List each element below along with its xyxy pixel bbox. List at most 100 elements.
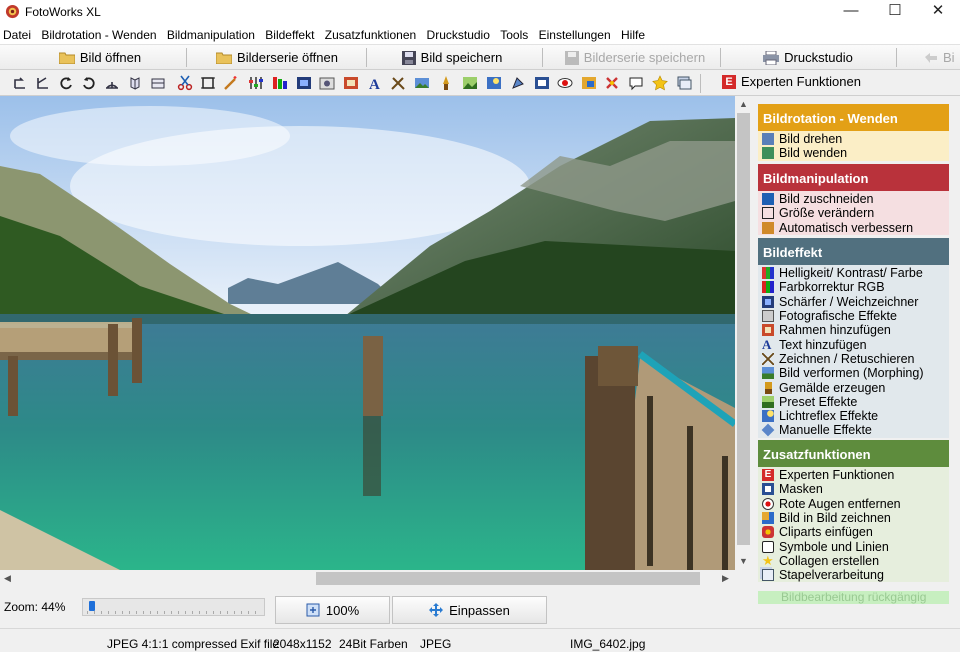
menu-bildmanipulation[interactable]: Bildmanipulation xyxy=(164,24,259,42)
menu-bildeffekt[interactable]: Bildeffekt xyxy=(262,24,318,42)
sidebar-item-lichtreflex[interactable]: Lichtreflex Effekte xyxy=(758,409,949,423)
sidebar-item-preset[interactable]: Preset Effekte xyxy=(758,395,949,409)
sidebar-item-manuell[interactable]: Manuelle Effekte xyxy=(758,423,949,437)
sidebar-item-experten[interactable]: E Experten Funktionen xyxy=(758,468,949,482)
menu-druckstudio[interactable]: Druckstudio xyxy=(424,24,494,42)
sidebar-item-masken[interactable]: Masken xyxy=(758,482,949,496)
horizontal-scroll-thumb[interactable] xyxy=(316,572,700,585)
print-studio-button[interactable]: Druckstudio xyxy=(728,47,888,68)
undo-button[interactable]: Bildbearbeitung rückgängig xyxy=(758,591,949,604)
rotate-image-icon xyxy=(762,133,774,146)
vertical-scroll-thumb[interactable] xyxy=(737,113,750,545)
sidebar-item-bild-in-bild[interactable]: Bild in Bild zeichnen xyxy=(758,511,949,525)
batch-processing-icon[interactable] xyxy=(676,75,692,91)
brightness-sliders-icon[interactable] xyxy=(248,75,264,91)
rotate-ccw-icon[interactable] xyxy=(81,75,97,91)
sidebar-item-gemaelde[interactable]: Gemälde erzeugen xyxy=(758,380,949,395)
sidebar-item-morphing[interactable]: Bild verformen (Morphing) xyxy=(758,366,949,380)
menu-datei[interactable]: Datei xyxy=(0,24,35,42)
rotate-left-icon[interactable] xyxy=(12,75,28,91)
red-eye-icon[interactable] xyxy=(557,75,573,91)
mirror-icon[interactable] xyxy=(150,75,166,91)
sidebar-item-rahmen[interactable]: Rahmen hinzufügen xyxy=(758,323,949,337)
section-header[interactable]: Zusatzfunktionen xyxy=(758,440,949,467)
close-button[interactable]: ✕ xyxy=(916,0,960,24)
zoom-100-button[interactable]: 100% xyxy=(275,596,390,624)
save-series-button[interactable]: Bilderserie speichern xyxy=(550,47,720,68)
sidebar-item-zeichnen[interactable]: Zeichnen / Retuschieren xyxy=(758,352,949,366)
draw-icon[interactable] xyxy=(390,75,406,91)
sidebar-item-bild-wenden[interactable]: Bild wenden xyxy=(758,146,949,160)
sidebar-item-bild-drehen[interactable]: Bild drehen xyxy=(758,132,949,146)
menu-einstellungen[interactable]: Einstellungen xyxy=(536,24,615,42)
section-header[interactable]: Bildmanipulation xyxy=(758,164,949,191)
scroll-up-icon[interactable]: ▲ xyxy=(739,99,748,109)
photo-effects-icon[interactable] xyxy=(319,75,335,91)
speech-bubble-icon[interactable] xyxy=(628,75,644,91)
sidebar-item-schaerfer[interactable]: Schärfer / Weichzeichner xyxy=(758,295,949,309)
text-icon[interactable]: A xyxy=(367,75,383,91)
scroll-left-icon[interactable]: ◀ xyxy=(4,573,11,584)
preset-effects-icon[interactable] xyxy=(462,75,478,91)
sidebar-item-text[interactable]: A Text hinzufügen xyxy=(758,337,949,352)
menu-hilfe[interactable]: Hilfe xyxy=(618,24,649,42)
batch-processing-icon xyxy=(762,569,774,582)
scroll-right-icon[interactable]: ▶ xyxy=(722,573,729,584)
sidebar-item-groesse[interactable]: Größe verändern xyxy=(758,206,949,220)
maximize-button[interactable]: ☐ xyxy=(873,0,917,24)
sidebar-item-helligkeit[interactable]: Helligkeit/ Kontrast/ Farbe xyxy=(758,266,949,280)
frame-icon[interactable] xyxy=(343,75,359,91)
toolbar-separator xyxy=(366,48,367,67)
toolbar-separator xyxy=(896,48,897,67)
scissors-icon[interactable] xyxy=(177,75,193,91)
rotate-angle-icon[interactable] xyxy=(104,75,120,91)
mask-icon[interactable] xyxy=(534,75,550,91)
sidebar-item-verbessern[interactable]: Automatisch verbessern xyxy=(758,221,949,235)
open-series-button[interactable]: Bilderserie öffnen xyxy=(192,47,362,68)
star-icon: ★ xyxy=(762,552,774,568)
sidebar-item-stapel[interactable]: Stapelverarbeitung xyxy=(758,568,949,582)
minimize-button[interactable]: — xyxy=(829,0,873,24)
resize-icon[interactable] xyxy=(200,75,216,91)
manual-effects-icon[interactable] xyxy=(510,75,526,91)
image-canvas[interactable] xyxy=(0,96,735,570)
section-header[interactable]: Bildrotation - Wenden xyxy=(758,104,949,131)
sidebar-item-collagen[interactable]: ★ Collagen erstellen xyxy=(758,554,949,568)
sidebar-item-symbole[interactable]: Symbole und Linien xyxy=(758,539,949,554)
sharpen-icon[interactable] xyxy=(296,75,312,91)
open-image-button[interactable]: Bild öffnen xyxy=(20,47,180,68)
paint-brush-icon[interactable] xyxy=(438,75,454,91)
preset-effects-icon xyxy=(762,395,774,408)
sidebar-item-rote-augen[interactable]: Rote Augen entfernen xyxy=(758,497,949,511)
expert-functions-button[interactable]: E Experten Funktionen xyxy=(722,74,861,89)
menu-zusatzfunktionen[interactable]: Zusatzfunktionen xyxy=(322,24,420,42)
flip-icon[interactable] xyxy=(127,75,143,91)
scroll-down-icon[interactable]: ▼ xyxy=(739,556,748,566)
landscape-photo xyxy=(0,96,735,570)
rotate-cw-icon[interactable] xyxy=(58,75,74,91)
lens-flare-icon[interactable] xyxy=(486,75,502,91)
zoom-slider[interactable] xyxy=(82,598,265,616)
save-image-button[interactable]: Bild speichern xyxy=(372,47,532,68)
star-icon[interactable] xyxy=(652,75,668,91)
magic-wand-icon[interactable] xyxy=(223,75,239,91)
fit-button[interactable]: Einpassen xyxy=(392,596,547,624)
picture-in-picture-icon[interactable] xyxy=(581,75,597,91)
brightness-sliders-icon xyxy=(762,267,774,280)
vertical-scrollbar[interactable]: ▲ ▼ xyxy=(735,96,752,570)
horizontal-scrollbar[interactable]: ◀ ▶ xyxy=(0,570,735,587)
sidebar-item-cliparts[interactable]: Cliparts einfügen xyxy=(758,525,949,539)
undo-icon xyxy=(925,52,937,63)
zoom-slider-thumb[interactable] xyxy=(89,601,95,611)
rgb-icon[interactable] xyxy=(272,75,288,91)
rotate-right-icon[interactable] xyxy=(35,75,51,91)
sidebar-item-fotografisch[interactable]: Fotografische Effekte xyxy=(758,309,949,323)
menu-bildrotation[interactable]: Bildrotation - Wenden xyxy=(38,24,160,42)
menu-tools[interactable]: Tools xyxy=(497,24,532,42)
cut-off-button[interactable]: Bi xyxy=(924,47,960,68)
morph-icon[interactable] xyxy=(414,75,430,91)
sidebar-item-farbkorrektur[interactable]: Farbkorrektur RGB xyxy=(758,280,949,294)
sidebar-item-zuschneiden[interactable]: Bild zuschneiden xyxy=(758,192,949,206)
clipart-icon[interactable] xyxy=(604,75,620,91)
section-header[interactable]: Bildeffekt xyxy=(758,238,949,265)
